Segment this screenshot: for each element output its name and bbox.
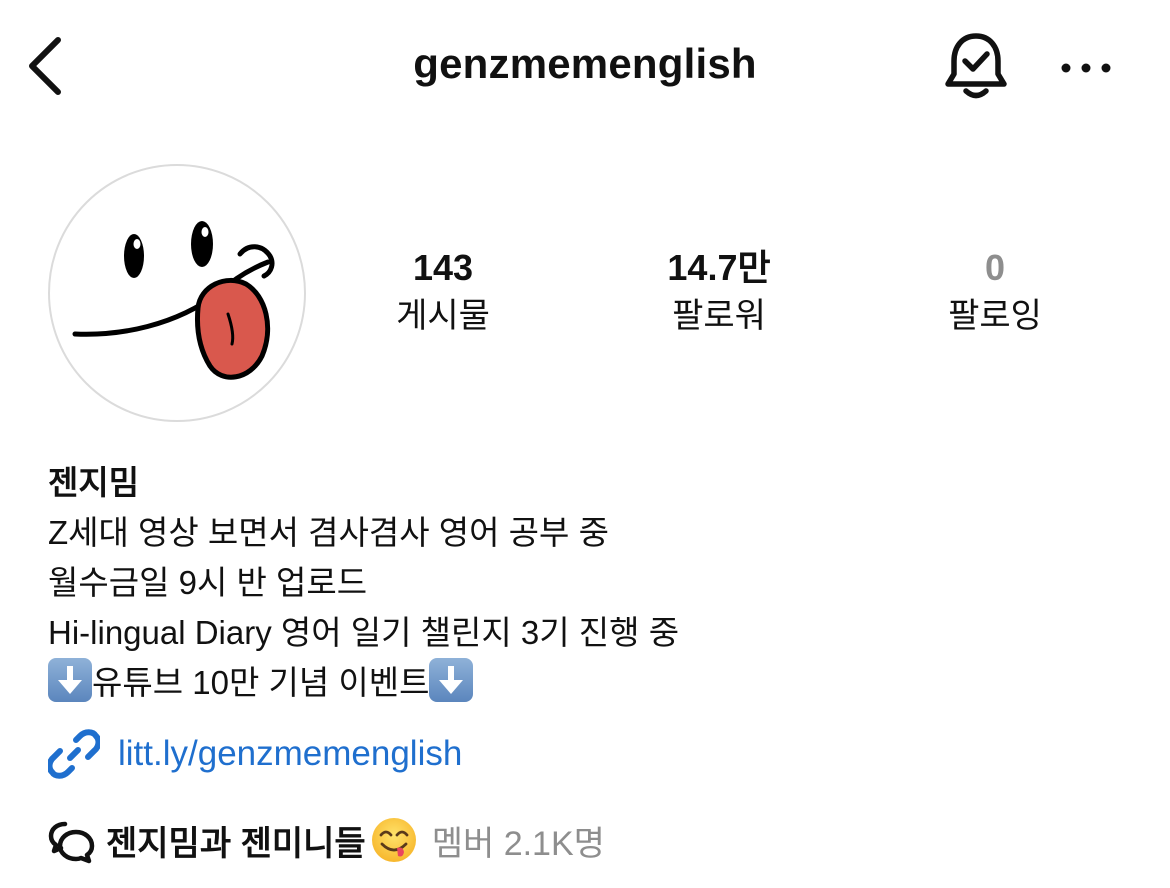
community-member-count: 멤버 2.1K명	[431, 824, 605, 863]
following-count: 0	[984, 247, 1006, 288]
community-chat-row[interactable]: 젠지밈과 젠미니들 멤버 2.1K명	[48, 810, 605, 870]
link-icon	[48, 729, 100, 779]
posts-count-stat[interactable]: 143 게시물	[333, 246, 553, 340]
profile-link[interactable]: litt.ly/genzmemenglish	[48, 726, 462, 782]
bio-line-1: Z세대 영상 보면서 겸사겸사 영어 공부 중	[48, 514, 609, 551]
posts-count: 143	[412, 247, 474, 288]
notifications-button[interactable]	[940, 30, 1012, 104]
community-name: 젠지밈과 젠미니들	[106, 824, 366, 863]
display-name: 젠지밈	[48, 464, 140, 501]
tongue-smiley-avatar-image	[72, 221, 275, 380]
bio-line-2: 월수금일 9시 반 업로드	[48, 564, 368, 601]
posts-label: 게시물	[396, 297, 490, 335]
bio-line-event: 유튜브 10만 기념 이벤트	[48, 658, 1128, 708]
bell-check-icon	[945, 33, 1007, 99]
profile-header: genzmemenglish	[0, 0, 1170, 136]
event-text: 유튜브 10만 기념 이벤트	[92, 664, 430, 701]
profile-link-text[interactable]: litt.ly/genzmemenglish	[118, 734, 462, 774]
followers-count-stat[interactable]: 14.7만 팔로워	[609, 246, 829, 340]
yum-face-emoji	[370, 816, 418, 864]
followers-count: 14.7만	[667, 247, 771, 288]
more-horizontal-icon	[1061, 63, 1111, 73]
down-arrow-box-icon	[429, 658, 474, 702]
more-options-button[interactable]	[1056, 48, 1116, 88]
down-arrow-box-icon	[48, 658, 92, 702]
chat-bubbles-icon	[48, 821, 95, 864]
profile-avatar[interactable]	[48, 164, 306, 422]
followers-label: 팔로워	[672, 297, 766, 335]
following-label: 팔로잉	[948, 297, 1042, 335]
bio-line-3: Hi-lingual Diary 영어 일기 챌린지 3기 진행 중	[48, 614, 680, 651]
profile-bio: 젠지밈 Z세대 영상 보면서 겸사겸사 영어 공부 중 월수금일 9시 반 업로…	[48, 458, 1128, 708]
following-count-stat[interactable]: 0 팔로잉	[885, 246, 1105, 340]
